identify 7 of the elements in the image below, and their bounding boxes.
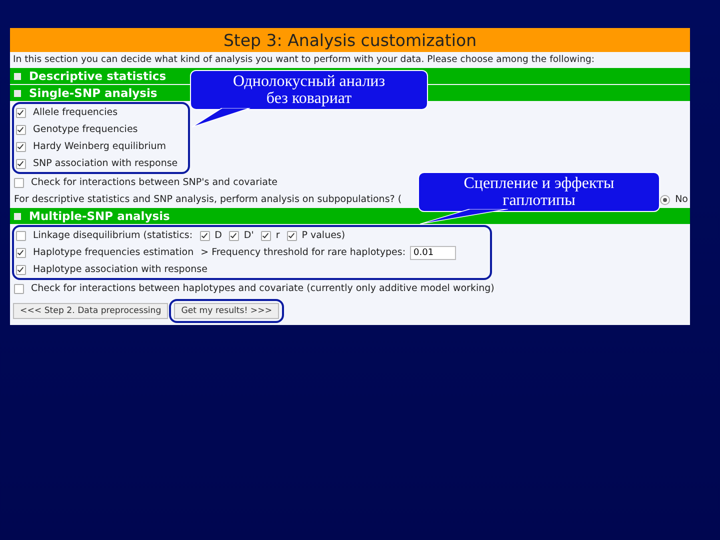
option-label: Linkage disequilibrium (statistics: [33, 230, 193, 241]
intro-text: In this section you can decide what kind of analysis you want to perform with your data. Please choose among the following: [12, 53, 596, 67]
page-title: Step 3: Analysis customization [10, 28, 690, 52]
closing-paren: ) [341, 230, 346, 241]
question-text: For descriptive statistics and SNP analysis, perform analysis on subpopulations? ( [14, 194, 402, 205]
option-label: Haplotype frequencies estimation [33, 247, 194, 258]
threshold-label: > Frequency threshold for rare haplotypes: [200, 247, 406, 258]
